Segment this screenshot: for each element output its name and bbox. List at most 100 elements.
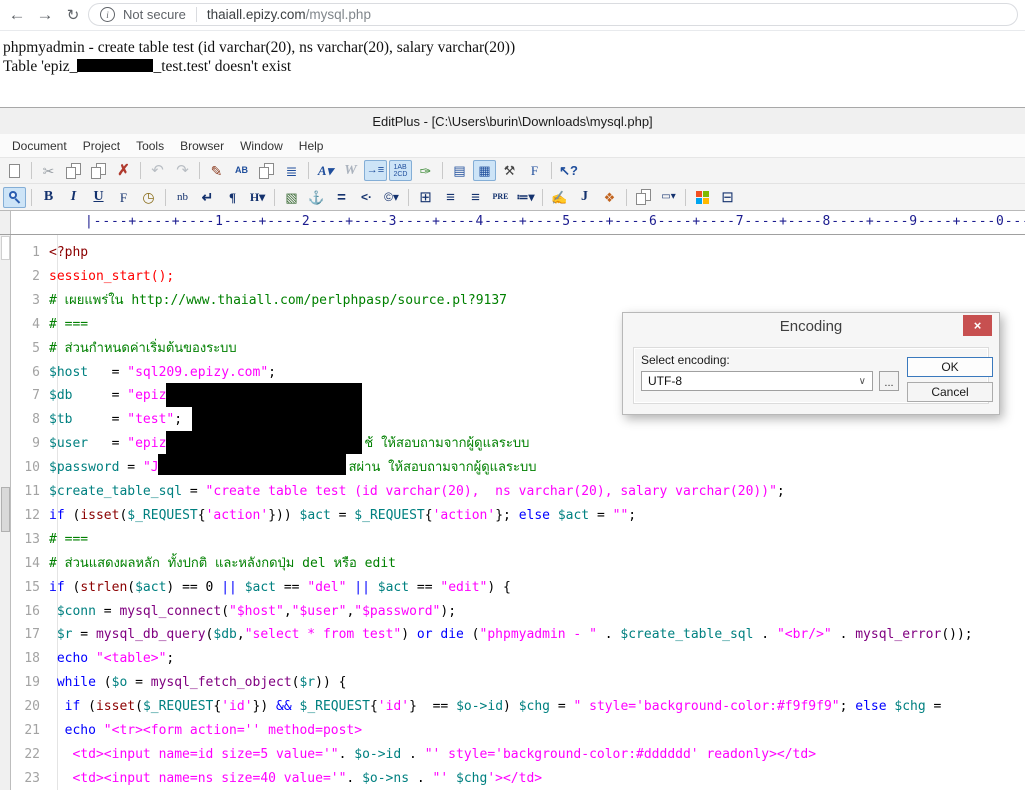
code-line-8[interactable]: 8 $tb = "test"; (0, 408, 182, 432)
redaction-box (158, 454, 346, 475)
non-breaking-space-icon[interactable]: nb (171, 187, 194, 208)
new-document-icon[interactable] (3, 160, 26, 181)
line-number: 6 (32, 364, 40, 380)
heading-icon[interactable]: H▾ (246, 187, 269, 208)
watermark-icon[interactable]: W (339, 160, 362, 181)
line-number: 2 (32, 268, 40, 284)
syntax-palette-icon[interactable]: ✑ (414, 160, 437, 181)
menu-item-tools[interactable]: Tools (128, 134, 172, 157)
function-list-icon[interactable]: F (523, 160, 546, 181)
menu-item-help[interactable]: Help (291, 134, 332, 157)
code-line-14[interactable]: 14 # ส่วนแสดงผลหลัก ทั้งปกติ และหลังกดปุ่… (0, 552, 396, 576)
split-window-icon[interactable]: ⊟ (716, 187, 739, 208)
redo-icon[interactable]: ↷ (171, 160, 194, 181)
browse-button[interactable]: ... (879, 371, 899, 391)
horizontal-rule-icon[interactable]: = (330, 187, 353, 208)
goto-line-icon[interactable]: ≣ (280, 160, 303, 181)
tag-icon[interactable]: <· (355, 187, 378, 208)
font-icon[interactable]: A▾ (314, 160, 337, 181)
info-icon[interactable]: i (100, 7, 115, 22)
align-center-icon[interactable]: ≡ (439, 187, 462, 208)
align-right-icon[interactable]: ≡ (464, 187, 487, 208)
redaction-box (77, 59, 154, 72)
document-list-icon[interactable]: ▤ (448, 160, 471, 181)
reload-icon[interactable]: ↻ (60, 2, 86, 28)
cut-icon[interactable]: ✂ (37, 160, 60, 181)
auto-indent-icon[interactable]: →≡ (364, 160, 387, 181)
code-line-23[interactable]: 23 <td><input name=ns size=40 value='". … (0, 767, 542, 790)
special-char-icon[interactable]: ©▾ (380, 187, 403, 208)
line-number: 18 (24, 651, 40, 667)
copy-html-icon[interactable] (632, 187, 655, 208)
back-icon[interactable]: ← (4, 2, 30, 28)
context-help-icon[interactable]: ↖? (557, 160, 580, 181)
line-number: 23 (24, 770, 40, 786)
code-line-17[interactable]: 17 $r = mysql_db_query($db,"select * fro… (0, 623, 972, 647)
font-tag-icon[interactable]: F (112, 187, 135, 208)
timestamp-icon[interactable]: ◷ (137, 187, 160, 208)
code-line-5[interactable]: 5 # ส่วนกำหนดค่าเริ่มต้นของระบบ (0, 337, 237, 361)
underline-icon[interactable]: U (87, 187, 110, 208)
code-line-3[interactable]: 3 # เผยแพร่ใน http://www.thaiall.com/perl… (0, 289, 507, 313)
toolbar-separator (199, 162, 200, 179)
objects-icon[interactable]: ❖ (598, 187, 621, 208)
line-number: 22 (24, 746, 40, 762)
code-line-20[interactable]: 20 if (isset($_REQUEST{'id'}) && $_REQUE… (0, 695, 941, 719)
toolbar-separator (408, 188, 409, 206)
address-bar[interactable]: i Not secure thaiall.epizy.com/mysql.php (88, 3, 1018, 26)
forward-icon[interactable]: → (32, 2, 58, 28)
copy-list-icon[interactable] (255, 160, 278, 181)
code-line-18[interactable]: 18 echo "<table>"; (0, 647, 174, 671)
code-line-21[interactable]: 21 echo "<tr><form action='' method=post… (0, 719, 362, 743)
close-icon[interactable]: × (963, 315, 992, 336)
paste-icon[interactable] (87, 160, 110, 181)
image-icon[interactable]: ▧ (280, 187, 303, 208)
code-line-22[interactable]: 22 <td><input name=id size=5 value='". $… (0, 743, 816, 767)
line-numbers-icon[interactable]: 1AB 2CD (389, 160, 412, 181)
user-tools-icon[interactable]: ⚒ (498, 160, 521, 181)
menu-item-window[interactable]: Window (232, 134, 291, 157)
ruler-scale: |----+----+----1----+----2----+----3----… (85, 214, 1025, 229)
ruler: |----+----+----1----+----2----+----3----… (0, 211, 1025, 235)
bold-icon[interactable]: B (37, 187, 60, 208)
javascript-icon[interactable]: J (573, 187, 596, 208)
code-line-4[interactable]: 4 # === (0, 313, 88, 337)
code-line-11[interactable]: 11 $create_table_sql = "create table test… (0, 480, 784, 504)
select-tag-icon[interactable]: ▭▾ (657, 187, 680, 208)
browser-preview-icon[interactable] (3, 186, 26, 208)
redaction-box (166, 383, 362, 407)
line-break-icon[interactable]: ↵ (196, 187, 219, 208)
code-line-7[interactable]: 7 $db = "epiz (0, 384, 166, 408)
replace-icon[interactable]: AB (230, 160, 253, 181)
code-line-15[interactable]: 15 if (strlen($act) == 0 || $act == "del"… (0, 576, 511, 600)
code-line-13[interactable]: 13 # === (0, 528, 88, 552)
find-icon[interactable]: ✎ (205, 160, 228, 181)
cliptext-icon[interactable]: ▦ (473, 160, 496, 181)
paragraph-icon[interactable]: ¶ (221, 187, 244, 208)
menu-item-browser[interactable]: Browser (172, 134, 232, 157)
code-line-1[interactable]: 1 <?php (0, 241, 88, 265)
code-line-6[interactable]: 6 $host = "sql209.epizy.com"; (0, 361, 276, 385)
list-icon[interactable]: ≔▾ (514, 187, 537, 208)
script-icon[interactable]: ✍ (548, 187, 571, 208)
preformatted-icon[interactable]: PRE (489, 187, 512, 208)
anchor-icon[interactable]: ⚓ (305, 187, 328, 208)
undo-icon[interactable]: ↶ (146, 160, 169, 181)
line-number: 5 (32, 340, 40, 356)
delete-icon[interactable]: ✗ (112, 160, 135, 181)
italic-icon[interactable]: I (62, 187, 85, 208)
view-in-browser-icon[interactable] (691, 187, 714, 208)
table-icon[interactable]: ⊞ (414, 187, 437, 208)
code-line-2[interactable]: 2 session_start(); (0, 265, 174, 289)
code-line-16[interactable]: 16 $conn = mysql_connect("$host","$user"… (0, 600, 456, 624)
menu-item-document[interactable]: Document (4, 134, 75, 157)
code-line-19[interactable]: 19 while ($o = mysql_fetch_object($r)) { (0, 671, 346, 695)
copy-icon[interactable] (62, 160, 85, 181)
menu-bar: Document Project Tools Browser Window Help (0, 134, 1025, 158)
code-line-12[interactable]: 12 if (isset($_REQUEST{'action'})) $act =… (0, 504, 636, 528)
cancel-button[interactable]: Cancel (907, 382, 993, 402)
ok-button[interactable]: OK (907, 357, 993, 377)
encoding-dropdown[interactable]: UTF-8 ∨ (641, 371, 873, 391)
page-text-line1: phpmyadmin - create table test (id varch… (3, 39, 516, 56)
menu-item-project[interactable]: Project (75, 134, 128, 157)
